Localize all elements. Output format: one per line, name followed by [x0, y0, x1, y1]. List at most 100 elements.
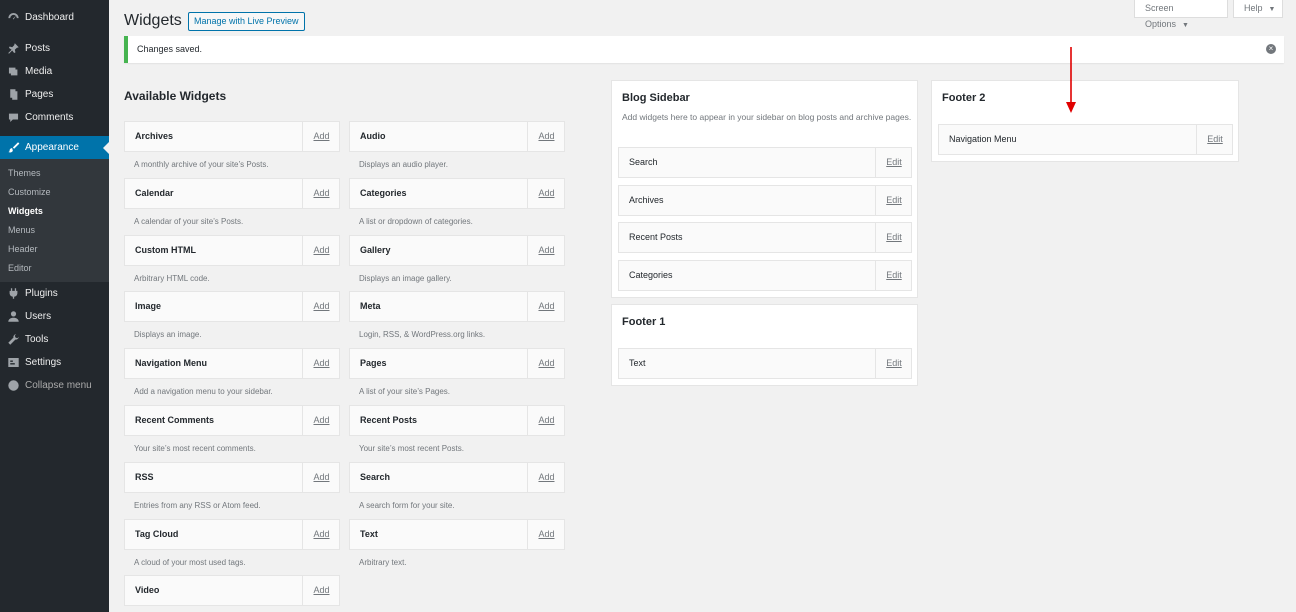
add-widget-button[interactable]: Add	[303, 292, 340, 321]
menu-dashboard[interactable]: Dashboard	[0, 6, 109, 29]
page-title: Widgets	[124, 12, 182, 29]
live-preview-button[interactable]: Manage with Live Preview	[188, 12, 305, 31]
widget-recent-posts[interactable]: Recent Posts Add	[349, 405, 565, 436]
menu-posts[interactable]: Posts	[0, 37, 109, 60]
menu-label: Comments	[25, 112, 74, 123]
widget-calendar[interactable]: Calendar Add	[124, 177, 340, 209]
submenu-header[interactable]: Header	[0, 240, 109, 259]
menu-plugins[interactable]: Plugins	[0, 282, 109, 305]
edit-widget-button[interactable]: Edit	[876, 261, 912, 290]
widget-name: Search	[629, 157, 658, 167]
add-widget-button[interactable]: Add	[303, 122, 340, 151]
edit-widget-button[interactable]: Edit	[1197, 125, 1233, 154]
submenu-menus[interactable]: Menus	[0, 221, 109, 240]
caret-down-icon: ▼	[1268, 6, 1276, 13]
pin-icon	[6, 42, 20, 56]
placed-widget-search[interactable]: Search Edit	[618, 147, 912, 178]
annotation-arrow-icon	[1066, 47, 1076, 113]
blog-sidebar-area: Blog Sidebar Add widgets here to appear …	[611, 80, 918, 298]
dismiss-icon[interactable]: ×	[1266, 44, 1276, 54]
edit-widget-button[interactable]: Edit	[876, 223, 912, 252]
menu-users[interactable]: Users	[0, 305, 109, 328]
submenu-editor[interactable]: Editor	[0, 259, 109, 278]
widget-meta[interactable]: Meta Add	[349, 291, 565, 323]
add-widget-button[interactable]: Add	[303, 576, 340, 605]
edit-widget-button[interactable]: Edit	[876, 148, 912, 177]
available-widgets-title: Available Widgets	[124, 89, 227, 103]
widget-pages[interactable]: Pages Add	[349, 348, 565, 380]
menu-appearance[interactable]: Appearance	[0, 136, 109, 159]
add-widget-button[interactable]: Add	[303, 463, 340, 492]
widget-name: Recent Comments	[135, 415, 215, 425]
widget-description: Entries from any RSS or Atom feed.	[134, 500, 261, 510]
placed-widget-categories[interactable]: Categories Edit	[618, 259, 912, 291]
widget-search[interactable]: Search Add	[349, 461, 565, 493]
add-widget-button[interactable]: Add	[528, 349, 565, 378]
add-widget-button[interactable]: Add	[528, 292, 565, 321]
widget-name: Text	[360, 528, 378, 539]
widget-text[interactable]: Text Add	[349, 518, 565, 550]
widget-gallery[interactable]: Gallery Add	[349, 234, 565, 266]
menu-pages[interactable]: Pages	[0, 83, 109, 106]
widget-image[interactable]: Image Add	[124, 291, 340, 323]
appearance-submenu: Themes Customize Widgets Menus Header Ed…	[0, 159, 109, 282]
widget-name: Image	[135, 301, 162, 312]
screen-options-button[interactable]: Screen Options ▼	[1134, 0, 1228, 29]
widget-rss[interactable]: RSS Add	[124, 461, 340, 493]
menu-settings[interactable]: Settings	[0, 351, 109, 374]
widget-description: Displays an image.	[134, 330, 202, 340]
add-widget-button[interactable]: Add	[528, 406, 565, 435]
placed-widget-text[interactable]: Text Edit	[618, 348, 912, 379]
widget-recent-comments[interactable]: Recent Comments Add	[124, 405, 340, 436]
add-widget-button[interactable]: Add	[528, 520, 565, 549]
widget-navigation-menu[interactable]: Navigation Menu Add	[124, 348, 340, 380]
add-widget-button[interactable]: Add	[303, 179, 340, 208]
area-title: Footer 2	[942, 92, 986, 104]
widget-name: Text	[629, 358, 646, 368]
add-widget-button[interactable]: Add	[528, 179, 565, 208]
add-widget-button[interactable]: Add	[528, 463, 565, 492]
widget-name: Categories	[360, 187, 407, 198]
footer-2-area: Footer 2 Navigation Menu Edit	[931, 80, 1239, 162]
add-widget-button[interactable]: Add	[528, 122, 565, 151]
widget-audio[interactable]: Audio Add	[349, 121, 565, 152]
placed-widget-navigation-menu[interactable]: Navigation Menu Edit	[938, 124, 1233, 155]
submenu-widgets[interactable]: Widgets	[0, 202, 109, 221]
submenu-customize[interactable]: Customize	[0, 183, 109, 202]
caret-down-icon: ▼	[1182, 22, 1189, 29]
success-notice: Changes saved. ×	[124, 36, 1284, 63]
edit-widget-button[interactable]: Edit	[876, 349, 912, 378]
help-label: Help	[1244, 3, 1263, 13]
widget-name: Archives	[135, 131, 174, 141]
widget-archives[interactable]: Archives Add	[124, 121, 340, 152]
menu-media[interactable]: Media	[0, 60, 109, 83]
placed-widget-recent-posts[interactable]: Recent Posts Edit	[618, 222, 912, 253]
add-widget-button[interactable]: Add	[303, 520, 340, 549]
widget-name: Navigation Menu	[135, 358, 208, 369]
help-button[interactable]: Help ▼	[1233, 0, 1283, 18]
comment-icon	[6, 111, 20, 125]
add-widget-button[interactable]: Add	[303, 406, 340, 435]
edit-widget-button[interactable]: Edit	[876, 186, 912, 215]
menu-label: Posts	[25, 43, 51, 54]
widget-name: Archives	[629, 194, 664, 205]
menu-collapse[interactable]: Collapse menu	[0, 374, 109, 397]
widget-description: Add a navigation menu to your sidebar.	[134, 387, 273, 397]
brush-icon	[6, 141, 20, 155]
widget-name: Categories	[629, 269, 673, 280]
placed-widget-archives[interactable]: Archives Edit	[618, 184, 912, 216]
widget-name: Custom HTML	[135, 244, 196, 255]
settings-icon	[6, 356, 20, 370]
widget-categories[interactable]: Categories Add	[349, 177, 565, 209]
menu-label: Plugins	[25, 288, 58, 299]
widget-tag-cloud[interactable]: Tag Cloud Add	[124, 518, 340, 550]
menu-comments[interactable]: Comments	[0, 106, 109, 129]
add-widget-button[interactable]: Add	[303, 236, 340, 265]
menu-tools[interactable]: Tools	[0, 328, 109, 351]
widget-video[interactable]: Video Add	[124, 575, 340, 607]
add-widget-button[interactable]: Add	[303, 349, 340, 378]
media-icon	[6, 65, 20, 79]
add-widget-button[interactable]: Add	[528, 236, 565, 265]
widget-custom-html[interactable]: Custom HTML Add	[124, 234, 340, 266]
submenu-themes[interactable]: Themes	[0, 164, 109, 183]
